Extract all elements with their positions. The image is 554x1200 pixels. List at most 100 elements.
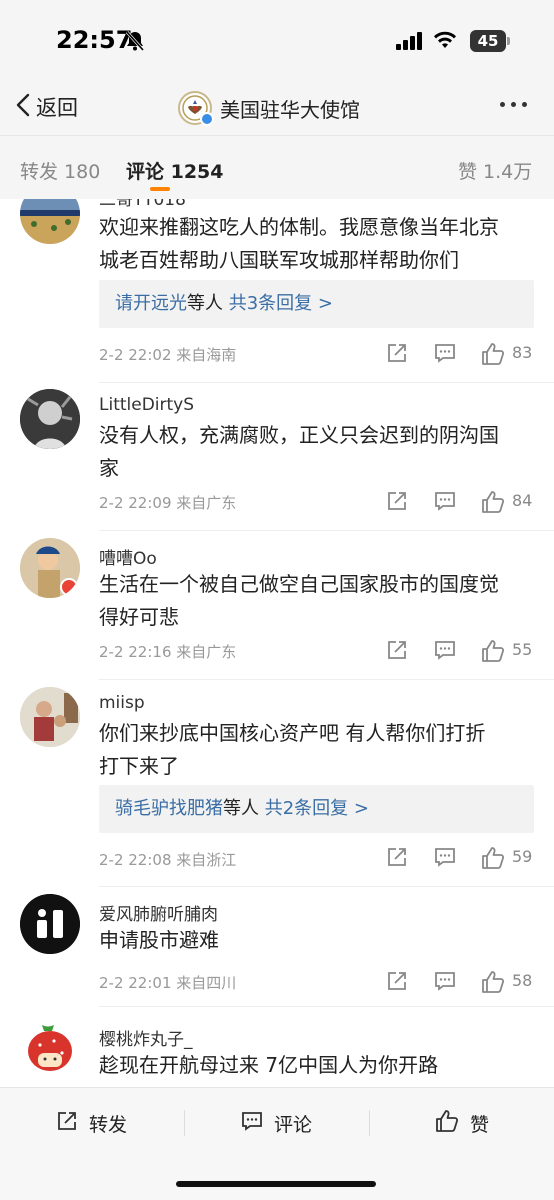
comment-icon[interactable]: [433, 489, 457, 517]
comment-icon[interactable]: [433, 969, 457, 997]
comment-actions: 83: [385, 341, 535, 367]
like-icon[interactable]: [480, 341, 506, 371]
nav-header: 返回 美国驻华大使馆: [0, 80, 554, 136]
like-icon[interactable]: [480, 969, 506, 999]
comment-text-line: 申请股市避难: [99, 928, 219, 952]
comment-meta: 2-2 22:16 来自广东: [99, 643, 237, 661]
tab-comments[interactable]: 评论 1254: [126, 157, 224, 184]
like-count: 84: [512, 491, 533, 510]
embassy-seal-avatar: [178, 91, 214, 126]
like-icon[interactable]: [480, 638, 506, 668]
chevron-left-icon: [14, 92, 36, 123]
comment-text-line: 家: [99, 456, 119, 480]
page-title: 美国驻华大使馆: [220, 97, 360, 122]
bar-separator: [369, 1110, 370, 1136]
comment-meta: 2-2 22:01 来自四川: [99, 974, 237, 992]
like-label: 赞: [470, 1113, 490, 1136]
cellular-signal-icon: [396, 32, 424, 54]
tab-likes[interactable]: 赞 1.4万: [458, 157, 532, 184]
comment-meta: 2-2 22:08 来自浙江: [99, 851, 237, 869]
comment-username[interactable]: LittleDirtyS: [99, 395, 194, 415]
comment-actions: 59: [385, 845, 535, 871]
comment-username[interactable]: 二哥TT018: [99, 199, 186, 210]
home-indicator[interactable]: [176, 1181, 376, 1187]
active-tab-indicator: [150, 187, 170, 191]
comment-divider: [99, 886, 554, 887]
battery-indicator: 45: [470, 30, 506, 52]
comment-icon[interactable]: [433, 845, 457, 873]
reply-count-link[interactable]: 共2条回复 >: [265, 798, 369, 819]
comment-username[interactable]: 樱桃炸丸子_: [99, 1025, 193, 1050]
wifi-icon: [432, 30, 458, 54]
user-badge-icon: [60, 578, 78, 596]
user-avatar[interactable]: [20, 687, 80, 747]
back-button[interactable]: 返回: [14, 92, 78, 122]
share-icon[interactable]: [385, 638, 409, 666]
comment-username[interactable]: 爱风肺腑听脯肉: [99, 900, 218, 925]
comment-text-line: 欢迎来推翻这吃人的体制。我愿意像当年北京: [99, 215, 499, 239]
comment-text-line: 得好可悲: [99, 605, 179, 629]
comment-divider: [99, 679, 554, 680]
comment-actions: 84: [385, 489, 535, 515]
reply-count-link[interactable]: 共3条回复 >: [229, 293, 333, 314]
comment-text-line: 生活在一个被自己做空自己国家股市的国度觉: [99, 572, 499, 596]
replies-preview[interactable]: 请开远光等人 共3条回复 >: [99, 280, 534, 328]
like-icon: [434, 1108, 470, 1139]
comment-actions: 55: [385, 638, 535, 664]
share-icon[interactable]: [385, 969, 409, 997]
tab-bar: 转发 180 评论 1254 赞 1.4万: [0, 137, 554, 199]
replies-preview[interactable]: 骑毛驴找肥猪等人 共2条回复 >: [99, 785, 534, 833]
comment-meta: 2-2 22:02 来自海南: [99, 346, 237, 364]
comment-text: 欢迎来推翻这吃人的体制。我愿意像当年北京 城老百姓帮助八国联军攻城那样帮助你们: [99, 211, 539, 277]
status-time: 22:57: [56, 26, 133, 54]
comment-username[interactable]: miisp: [99, 693, 145, 713]
like-count: 83: [512, 343, 533, 362]
comment-text-line: 城老百姓帮助八国联军攻城那样帮助你们: [99, 248, 459, 272]
comment-list[interactable]: 二哥TT018 欢迎来推翻这吃人的体制。我愿意像当年北京 城老百姓帮助八国联军攻…: [0, 199, 554, 1087]
comment-button[interactable]: 评论: [240, 1108, 312, 1138]
tab-reposts[interactable]: 转发 180: [20, 157, 100, 184]
user-avatar[interactable]: [20, 199, 80, 244]
account-header[interactable]: 美国驻华大使馆: [178, 90, 360, 126]
comment-text-line: 你们来抄底中国核心资产吧 有人帮你们打折: [99, 721, 486, 745]
like-button[interactable]: 赞: [434, 1108, 489, 1138]
status-bar: 22:57 45: [0, 0, 554, 80]
comment-text-line: 打下来了: [99, 754, 179, 778]
like-count: 59: [512, 847, 533, 866]
comment-text-line: 没有人权，充满腐败，正义只会迟到的阴沟国: [99, 423, 499, 447]
comment-text: 趁现在开航母过来 7亿中国人为你开路: [99, 1049, 539, 1082]
comment-divider: [99, 530, 554, 531]
reply-others-text: 等人: [223, 798, 265, 819]
bar-separator: [184, 1110, 185, 1136]
comment-actions: 58: [385, 969, 535, 995]
reply-user-link[interactable]: 请开远光: [115, 293, 187, 314]
user-avatar[interactable]: [20, 894, 80, 954]
comment-text: 你们来抄底中国核心资产吧 有人帮你们打折 打下来了: [99, 717, 539, 783]
comment-divider: [99, 1006, 554, 1007]
repost-label: 转发: [89, 1113, 128, 1136]
verified-badge-icon: [200, 112, 214, 126]
comment-icon: [240, 1109, 274, 1138]
comment-label: 评论: [274, 1113, 313, 1136]
user-avatar[interactable]: [20, 1019, 80, 1079]
comment-text: 生活在一个被自己做空自己国家股市的国度觉 得好可悲: [99, 568, 539, 634]
comment-icon[interactable]: [433, 638, 457, 666]
user-avatar[interactable]: [20, 389, 80, 449]
more-options-icon[interactable]: [500, 102, 527, 107]
user-avatar[interactable]: [20, 538, 80, 598]
share-icon[interactable]: [385, 845, 409, 873]
comment-username[interactable]: 嘈嘈Oo: [99, 544, 157, 569]
comment-icon[interactable]: [433, 341, 457, 369]
like-icon[interactable]: [480, 489, 506, 519]
comment-divider: [99, 382, 554, 383]
comment-meta: 2-2 22:09 来自广东: [99, 494, 237, 512]
reply-user-link[interactable]: 骑毛驴找肥猪: [115, 798, 223, 819]
like-icon[interactable]: [480, 845, 506, 875]
battery-tip: [507, 37, 510, 45]
share-icon[interactable]: [385, 489, 409, 517]
share-icon[interactable]: [385, 341, 409, 369]
comment-text: 申请股市避难: [99, 924, 539, 957]
like-count: 55: [512, 640, 533, 659]
repost-button[interactable]: 转发: [55, 1108, 127, 1138]
like-count: 58: [512, 971, 533, 990]
